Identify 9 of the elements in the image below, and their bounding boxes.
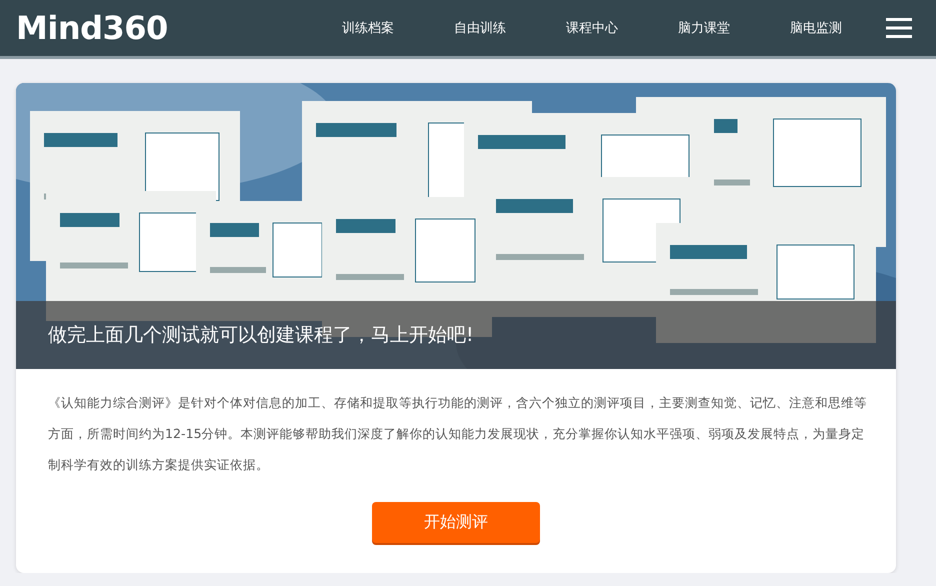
logo[interactable]: Mind360 (16, 9, 168, 47)
menu-icon[interactable] (886, 18, 912, 38)
nav-link[interactable]: 脑电监测 (760, 19, 872, 37)
nav-link[interactable]: 训练档案 (312, 19, 424, 37)
nav-link[interactable]: 脑力课堂 (648, 19, 760, 37)
nav-link[interactable]: 课程中心 (536, 19, 648, 37)
nav-link[interactable]: 自由训练 (424, 19, 536, 37)
description-text: 《认知能力综合测评》是针对个体对信息的加工、存储和提取等执行功能的测评，含六个独立的测评项目，主要测查知觉、记忆、注意和思维等方面，所需时间约为12-15分钟。本测评能够帮助我们深度了解你的认知能力发展现状，充分掌握你认知水平强项、弱项及发展特点，为量身定制科学有效的训练方案提供实证依据。 (47, 394, 868, 474)
banner-caption: 做完上面几个测试就可以创建课程了，马上开始吧! (48, 323, 474, 348)
